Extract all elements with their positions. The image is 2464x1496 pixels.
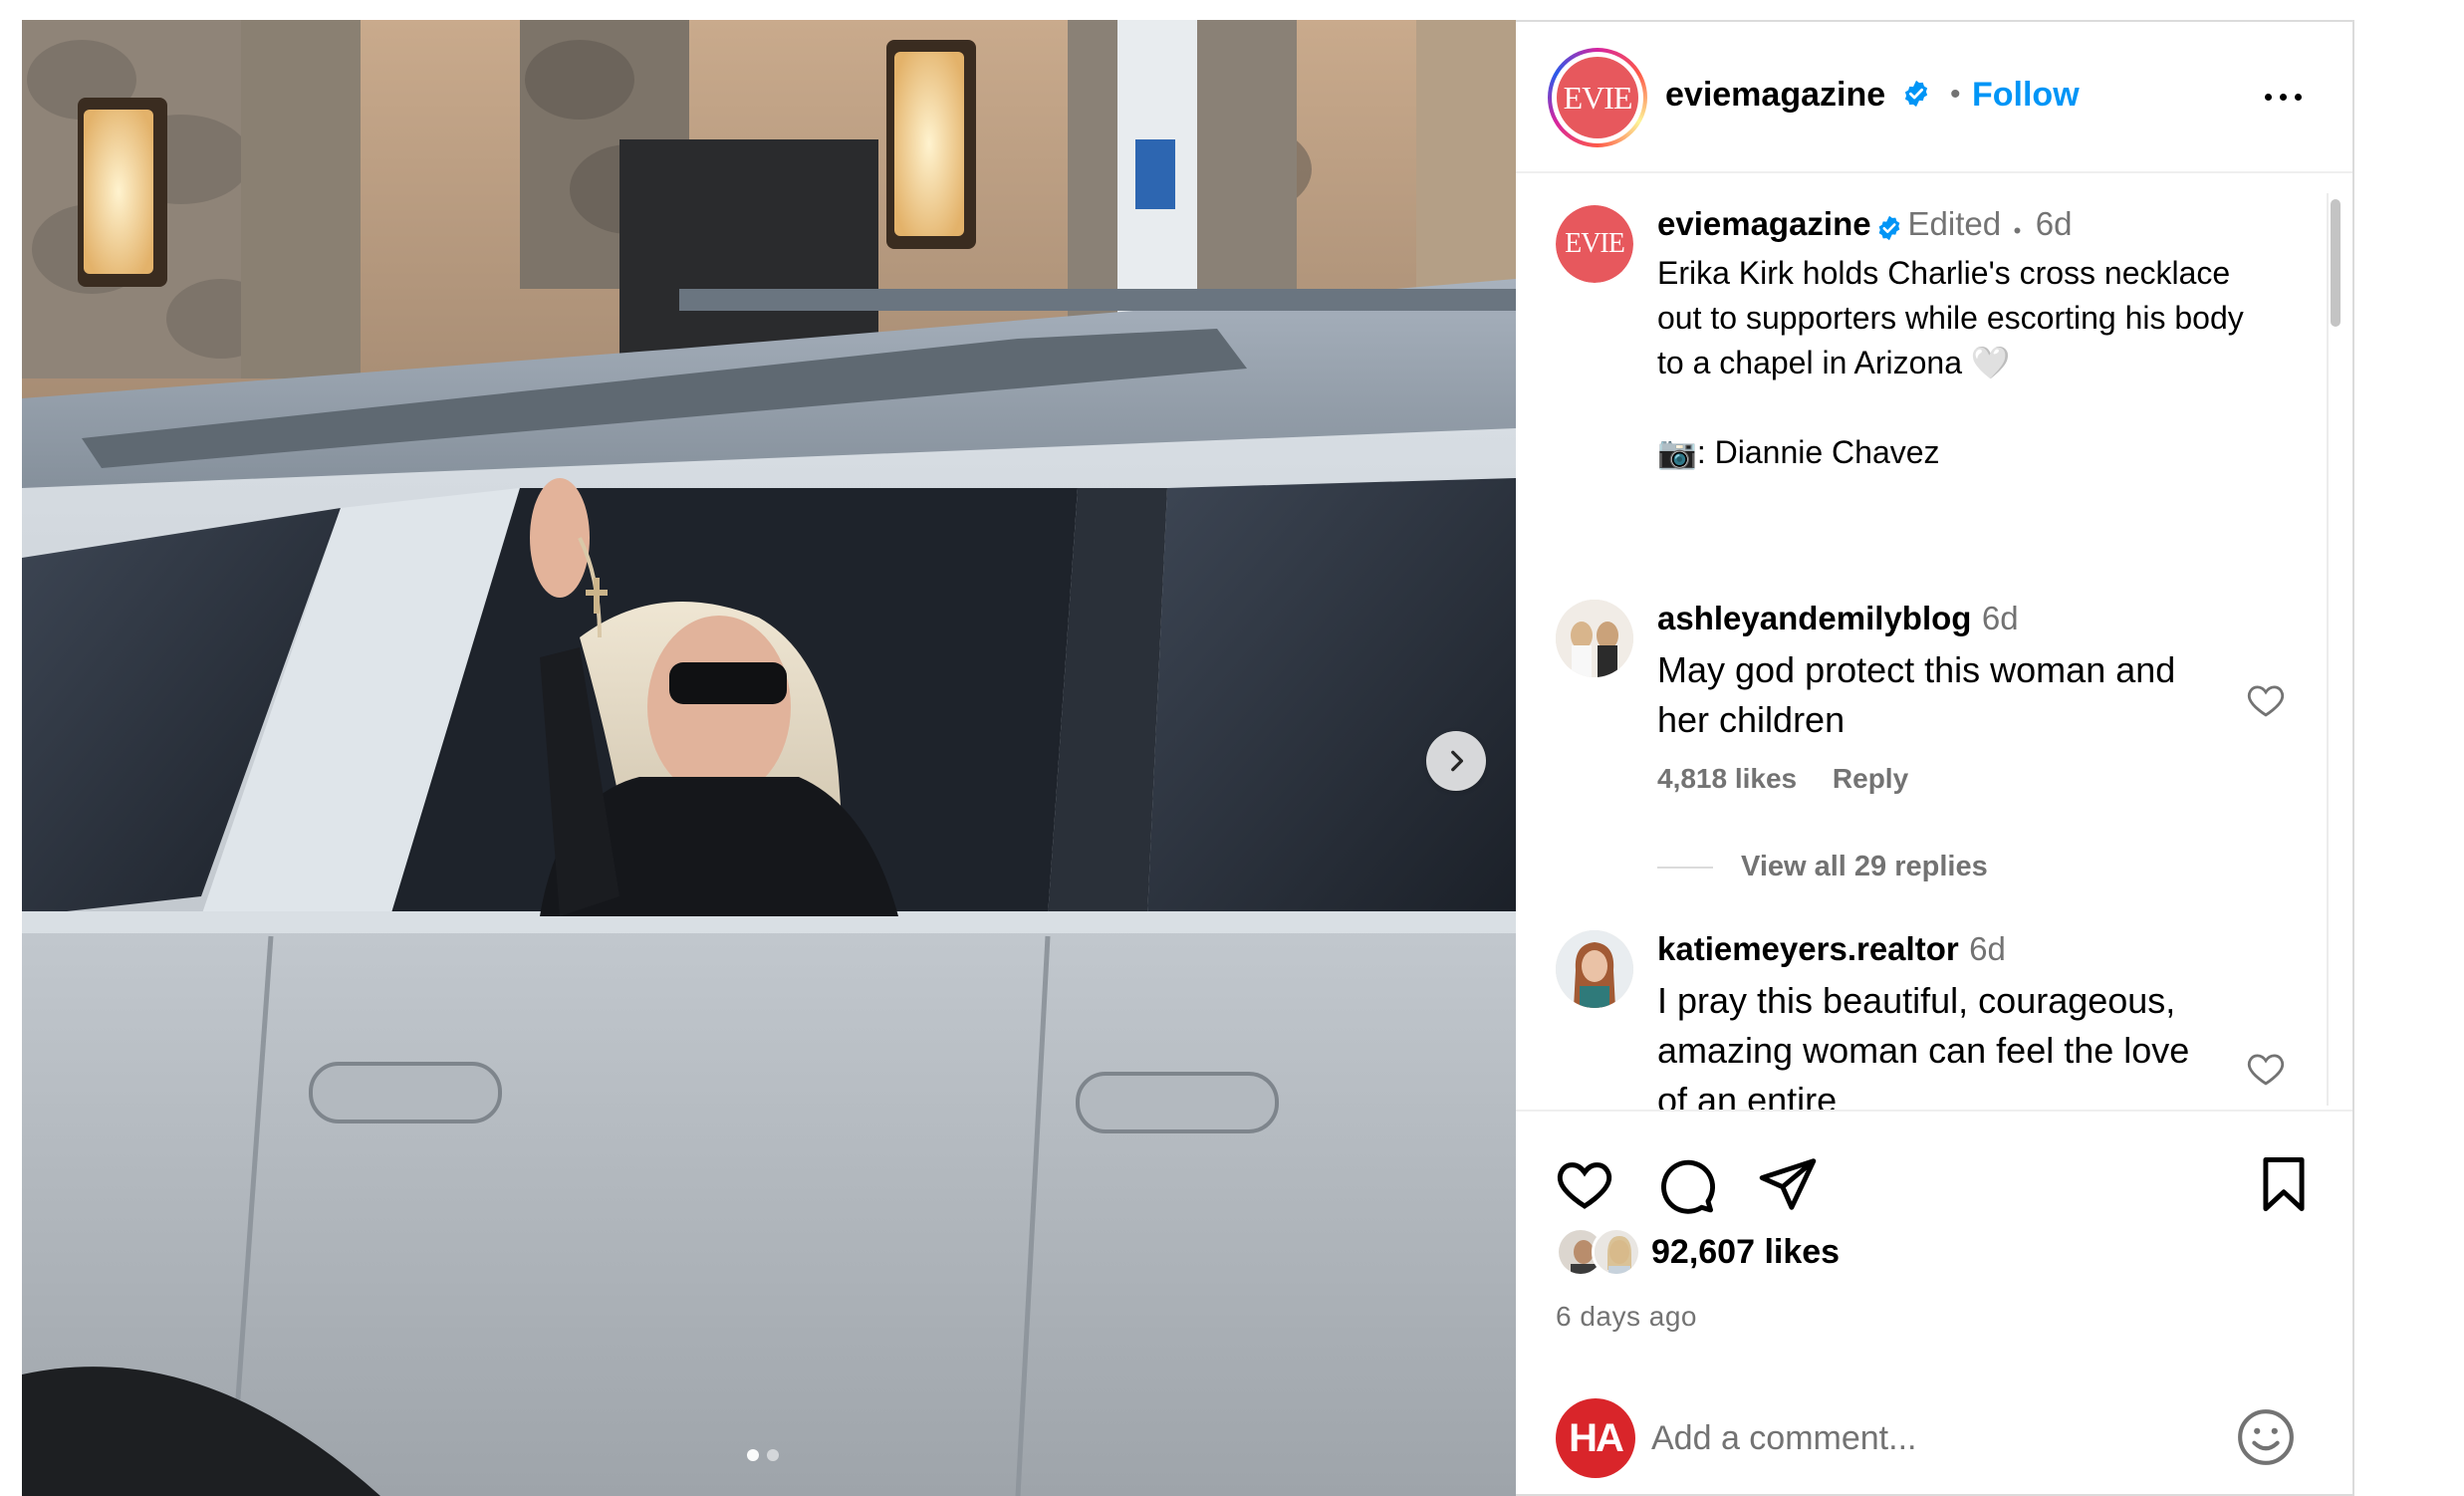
viewer-avatar[interactable]: HA — [1556, 1398, 1635, 1478]
photo-credit: 📷: Diannie Chavez — [1657, 434, 1940, 470]
view-replies-label: View all 29 replies — [1741, 851, 1988, 882]
share-icon[interactable] — [1757, 1153, 1819, 1215]
heart-icon[interactable] — [2245, 679, 2287, 721]
liker-avatar — [1592, 1227, 1641, 1277]
comment-icon[interactable] — [1655, 1153, 1717, 1215]
verified-badge-icon — [1904, 80, 1927, 108]
caption-text: Erika Kirk holds Charlie's cross necklac… — [1657, 255, 2244, 380]
post-actions: 92,607 likes 6 days ago HA — [1516, 1110, 2352, 1496]
comment-text: May god protect this woman and her child… — [1657, 649, 2176, 740]
more-options-icon[interactable] — [2253, 82, 2313, 112]
post-media[interactable] — [22, 20, 1516, 1496]
post-header: EVIE eviemagazine • Follow — [1516, 22, 2352, 173]
carousel-dot — [767, 1449, 779, 1461]
verified-badge-icon — [1878, 215, 1900, 241]
caption-dot: • — [2013, 217, 2022, 243]
comments-scrollbar[interactable] — [2327, 193, 2341, 1106]
next-photo-button[interactable] — [1426, 731, 1486, 791]
comment-age: 6d — [1969, 930, 2006, 967]
likes-count: 92,607 likes — [1651, 1232, 1841, 1271]
post-side-panel: EVIE eviemagazine • Follow EVIE eviemaga… — [1516, 20, 2354, 1496]
comment-age: 6d — [1981, 600, 2019, 636]
heart-icon[interactable] — [2245, 1048, 2287, 1090]
likes-summary[interactable]: 92,607 likes — [1556, 1227, 1840, 1277]
post-time: 6 days ago — [1556, 1301, 1697, 1332]
caption-age: 6d — [2035, 205, 2073, 242]
comments-list[interactable]: EVIE eviemagazine Edited • 6d Erika Kirk… — [1516, 175, 2352, 1110]
carousel-indicator — [747, 1449, 779, 1461]
chevron-right-icon — [1451, 750, 1464, 772]
caption-username[interactable]: eviemagazine — [1657, 205, 1871, 242]
post-photo — [22, 20, 1516, 1496]
follow-button[interactable]: Follow — [1972, 76, 2080, 115]
caption-edited: Edited — [1907, 205, 2002, 242]
reply-button[interactable]: Reply — [1833, 763, 1908, 794]
emoji-icon[interactable] — [2235, 1406, 2297, 1468]
comment-text: I pray this beautiful, courageous, amazi… — [1657, 980, 2190, 1110]
comment-likes[interactable]: 4,818 likes — [1657, 763, 1797, 794]
comment-input[interactable] — [1651, 1410, 2209, 1466]
view-replies-button[interactable]: View all 29 replies — [1657, 851, 1988, 883]
caption-avatar[interactable]: EVIE — [1556, 205, 1633, 283]
avatar-logo: EVIE — [1556, 205, 1633, 283]
carousel-dot — [747, 1449, 759, 1461]
commenter-avatar[interactable] — [1556, 930, 1633, 1008]
add-comment-bar: HA — [1516, 1378, 2352, 1496]
author-avatar[interactable]: EVIE — [1548, 48, 1647, 147]
bookmark-icon[interactable] — [2253, 1153, 2315, 1215]
avatar-logo: EVIE — [1557, 57, 1638, 138]
commenter-avatar[interactable] — [1556, 600, 1633, 677]
header-separator: • — [1950, 78, 1961, 111]
comment-username[interactable]: ashleyandemilyblog — [1657, 600, 1971, 636]
heart-icon[interactable] — [1554, 1153, 1615, 1215]
comment-username[interactable]: katiemeyers.realtor — [1657, 930, 1959, 967]
author-username-text: eviemagazine — [1665, 76, 1886, 114]
author-username[interactable]: eviemagazine — [1665, 76, 1931, 115]
